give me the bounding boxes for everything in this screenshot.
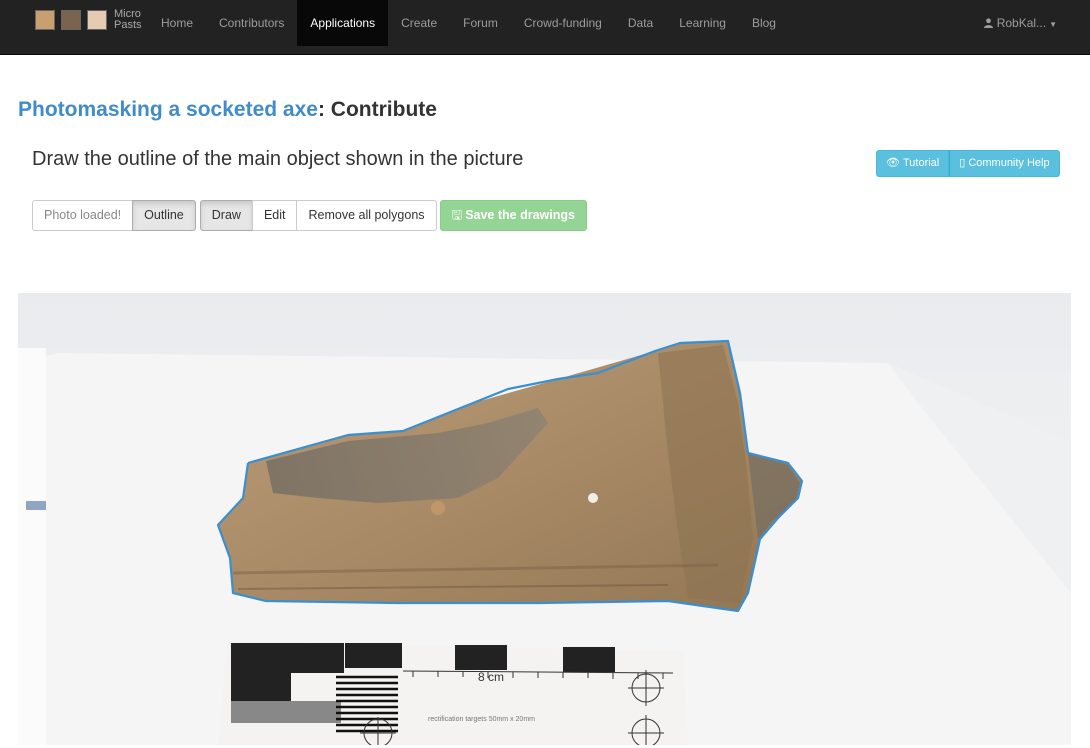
draw-mode-button[interactable]: Draw	[199, 200, 253, 231]
nav-link-crowd-funding[interactable]: Crowd-funding	[511, 0, 615, 46]
nav-item-home[interactable]: Home	[148, 0, 206, 46]
tutorial-label: Tutorial	[902, 157, 940, 169]
nav-item-create[interactable]: Create	[388, 0, 450, 46]
photo-status-button: Photo loaded!	[32, 200, 134, 231]
nav-link-blog[interactable]: Blog	[739, 0, 789, 46]
remove-polygons-button[interactable]: Remove all polygons	[296, 200, 437, 231]
nav-item-contributors[interactable]: Contributors	[206, 0, 297, 46]
nav-link-create[interactable]: Create	[388, 0, 450, 46]
logo-tile-1	[35, 10, 55, 30]
floppy-icon: 🖫	[451, 208, 463, 222]
task-instruction: Draw the outline of the main object show…	[32, 148, 524, 170]
community-help-label: Community Help	[968, 157, 1050, 169]
user-menu-dropdown[interactable]: RobKal... ▼	[984, 0, 1057, 46]
nav-link-applications[interactable]: Applications	[297, 0, 389, 46]
nav-item-applications[interactable]: Applications	[297, 0, 389, 46]
community-help-button[interactable]: ▯ Community Help	[949, 150, 1060, 177]
outline-toggle-button[interactable]: Outline	[132, 200, 196, 231]
title-suffix: Contribute	[330, 98, 437, 121]
main-nav: Home Contributors Applications Create Fo…	[148, 0, 789, 46]
photo-svg[interactable]: 8 cm rectification targets 50mm x 20mm	[18, 293, 1071, 745]
nav-link-forum[interactable]: Forum	[450, 0, 511, 46]
top-navbar: Micro Pasts Home Contributors Applicatio…	[0, 0, 1090, 55]
brand-line-2: Pasts	[114, 19, 142, 31]
user-name: RobKal...	[996, 16, 1047, 30]
title-separator: :	[317, 98, 325, 121]
save-drawings-button[interactable]: 🖫 Save the drawings	[439, 200, 587, 231]
save-drawings-label: Save the drawings	[465, 208, 575, 222]
nav-item-forum[interactable]: Forum	[450, 0, 511, 46]
nav-link-home[interactable]: Home	[148, 0, 206, 46]
nav-item-blog[interactable]: Blog	[739, 0, 789, 46]
nav-link-contributors[interactable]: Contributors	[206, 0, 297, 46]
eye-icon: 👁	[886, 157, 900, 169]
photo-canvas[interactable]: 8 cm rectification targets 50mm x 20mm	[18, 293, 1071, 745]
user-icon	[984, 18, 994, 28]
nav-item-crowd-funding[interactable]: Crowd-funding	[511, 0, 615, 46]
edit-mode-button[interactable]: Edit	[251, 200, 298, 231]
help-button-group: 👁 Tutorial ▯ Community Help	[876, 150, 1060, 177]
caret-down-icon: ▼	[1049, 20, 1057, 29]
brand-name: Micro Pasts	[114, 9, 142, 31]
page-title: Photomasking a socketed axe: Contribute	[18, 98, 437, 122]
scale-caption: rectification targets 50mm x 20mm	[428, 716, 535, 723]
logo-tile-2	[61, 10, 81, 30]
nav-link-data[interactable]: Data	[615, 0, 666, 46]
canvas-marker	[26, 501, 46, 510]
drawing-toolbar: Photo loaded! Outline Draw Edit Remove a…	[32, 200, 587, 231]
book-icon: ▯	[959, 157, 966, 169]
brand-logo[interactable]: Micro Pasts	[35, 8, 142, 32]
nav-item-learning[interactable]: Learning	[666, 0, 739, 46]
tutorial-button[interactable]: 👁 Tutorial	[876, 150, 950, 177]
logo-tile-3	[87, 10, 107, 30]
project-link[interactable]: Photomasking a socketed axe	[18, 98, 318, 121]
nav-item-data[interactable]: Data	[615, 0, 666, 46]
nav-link-learning[interactable]: Learning	[666, 0, 739, 46]
scale-card: 8 cm rectification targets 50mm x 20mm	[218, 641, 688, 745]
scale-label: 8 cm	[478, 670, 504, 684]
